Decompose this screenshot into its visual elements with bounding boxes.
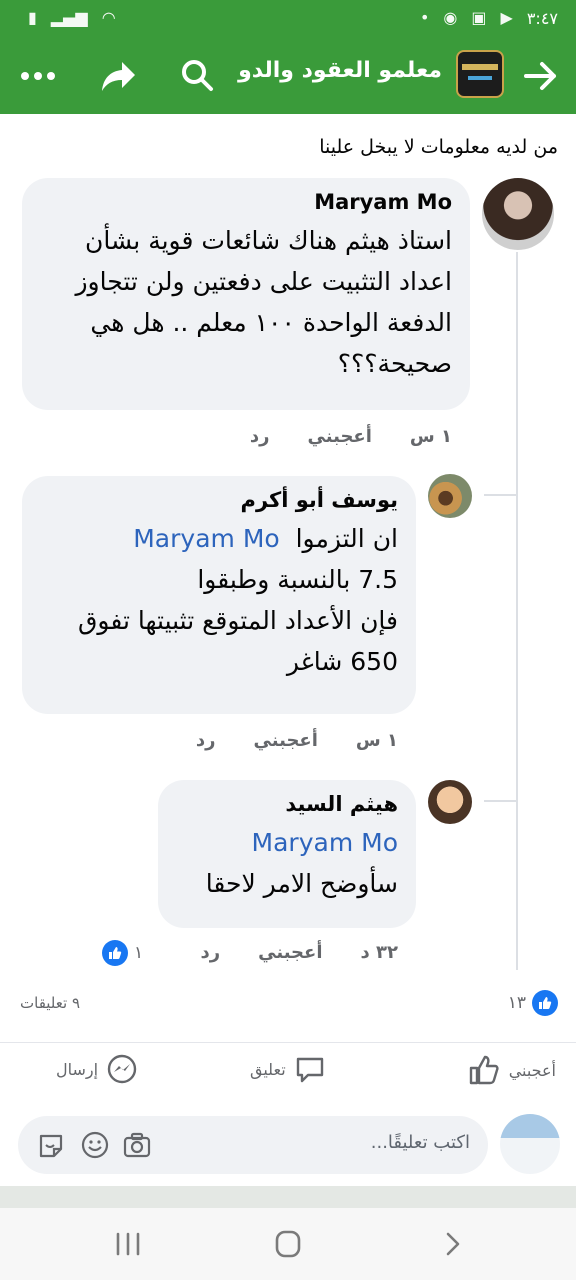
- home-icon[interactable]: [268, 1226, 308, 1262]
- comment-composer: اكتب تعليقًا...: [0, 1108, 576, 1186]
- sticker-icon[interactable]: [36, 1130, 66, 1160]
- messenger-icon: ◉: [443, 8, 458, 27]
- thread-line: [516, 252, 518, 970]
- avatar[interactable]: [428, 780, 472, 824]
- thread-branch: [484, 800, 518, 802]
- like-link[interactable]: أعجبني: [258, 942, 322, 963]
- like-link[interactable]: أعجبني: [308, 426, 372, 447]
- group-title[interactable]: معلمو العقود والدور ...: [237, 58, 442, 83]
- mention-link[interactable]: Maryam Mo: [176, 822, 398, 863]
- camera-icon[interactable]: [122, 1130, 152, 1160]
- comment-text-line: 650 شاغر: [286, 647, 398, 676]
- comment-placeholder: اكتب تعليقًا...: [370, 1132, 470, 1153]
- comment-button[interactable]: تعليق: [250, 1053, 326, 1085]
- comment-author[interactable]: هيثم السيد: [176, 792, 398, 816]
- more-options-icon[interactable]: [20, 58, 56, 94]
- comment-author[interactable]: Maryam Mo: [40, 190, 452, 214]
- reply-link[interactable]: رد: [201, 942, 221, 963]
- status-indicators: ▮ ▂▄▆ ◠: [28, 10, 116, 26]
- like-reaction-icon: [532, 990, 558, 1016]
- comment-bubble: يوسف أبو أكرم ان التزموا Maryam Mo 7.5 ب…: [22, 476, 416, 714]
- comment-author[interactable]: يوسف أبو أكرم: [40, 488, 398, 512]
- comment-input[interactable]: اكتب تعليقًا...: [18, 1116, 488, 1174]
- comment-icon: [296, 1057, 323, 1083]
- thread-branch: [484, 494, 518, 496]
- comment-time[interactable]: ١ س: [356, 730, 398, 751]
- app-header: معلمو العقود والدور ...: [0, 36, 576, 114]
- like-link[interactable]: أعجبني: [254, 730, 318, 751]
- back-arrow-icon[interactable]: [520, 56, 560, 96]
- comment-text-line: سأوضح الامر لاحقا: [205, 869, 398, 898]
- avatar[interactable]: [500, 1114, 560, 1174]
- reply-link[interactable]: رد: [250, 426, 270, 447]
- thumbs-up-icon: [469, 1055, 499, 1085]
- comment-time[interactable]: ٣٢ د: [361, 942, 399, 963]
- post-likes[interactable]: ١٣: [508, 990, 558, 1016]
- comment-text-line: فإن الأعداد المتوقع تثبيتها تفوق: [78, 606, 398, 635]
- send-button[interactable]: إرسال: [56, 1053, 138, 1085]
- comment-actions: ١ س أعجبني رد: [196, 730, 398, 751]
- likes-count: ١٣: [507, 993, 526, 1013]
- wifi-icon: ◠: [101, 8, 116, 27]
- previous-comment-text: من لديه معلومات لا يبخل علينا: [319, 136, 558, 158]
- comment-label: تعليق: [250, 1059, 286, 1079]
- comment-text-line: ان التزموا: [295, 524, 398, 553]
- play-icon: ▶: [500, 8, 513, 27]
- dot-icon: •: [419, 8, 430, 27]
- back-icon[interactable]: [432, 1226, 472, 1262]
- status-time: ٣:٤٧: [526, 8, 558, 28]
- post-actions: أعجبني تعليق إرسال: [0, 1042, 576, 1098]
- comment-bubble: هيثم السيد Maryam Mo سأوضح الامر لاحقا: [158, 780, 416, 928]
- comment-text-line: 7.5 بالنسبة وطبقوا: [197, 565, 398, 594]
- emoji-icon[interactable]: [80, 1130, 110, 1160]
- avatar[interactable]: [428, 474, 472, 518]
- status-right: • ◉ ▣ ▶ ٣:٤٧: [420, 9, 558, 28]
- avatar[interactable]: [482, 178, 554, 250]
- status-bar: ▮ ▂▄▆ ◠ • ◉ ▣ ▶ ٣:٤٧: [0, 0, 576, 36]
- reaction-count: ١: [134, 943, 144, 963]
- system-navigation-bar: [0, 1208, 576, 1280]
- comment-text: استاذ هيثم هناك شائعات قوية بشأن اعداد ا…: [75, 226, 452, 378]
- like-button[interactable]: أعجبني: [467, 1053, 556, 1087]
- comment-text: Maryam Mo سأوضح الامر لاحقا: [176, 822, 398, 904]
- search-icon[interactable]: [178, 56, 216, 94]
- mention-link[interactable]: Maryam Mo: [133, 524, 279, 553]
- gallery-icon: ▣: [471, 8, 487, 27]
- like-reaction-icon: [102, 940, 128, 966]
- comment-bubble: Maryam Mo استاذ هيثم هناك شائعات قوية بش…: [22, 178, 470, 410]
- signal-icon: ▂▄▆: [50, 8, 88, 27]
- post-summary: ١٣ ٩ تعليقات: [0, 988, 576, 1018]
- comment-actions: ٣٢ د أعجبني رد: [201, 942, 398, 963]
- recent-apps-icon[interactable]: [108, 1226, 148, 1262]
- comment-text: ان التزموا Maryam Mo 7.5 بالنسبة وطبقوا …: [40, 518, 398, 682]
- like-label: أعجبني: [508, 1060, 556, 1080]
- comment-reactions[interactable]: ١: [102, 940, 143, 966]
- group-avatar[interactable]: [456, 50, 504, 98]
- comment-actions: ١ س أعجبني رد: [250, 426, 452, 447]
- divider-band: [0, 1186, 576, 1208]
- reply-link[interactable]: رد: [196, 730, 216, 751]
- messenger-icon: [107, 1054, 137, 1084]
- send-label: إرسال: [56, 1059, 99, 1079]
- comment-time[interactable]: ١ س: [410, 426, 452, 447]
- battery-icon: ▮: [28, 8, 37, 27]
- share-icon[interactable]: [98, 56, 138, 96]
- comments-count[interactable]: ٩ تعليقات: [20, 994, 80, 1012]
